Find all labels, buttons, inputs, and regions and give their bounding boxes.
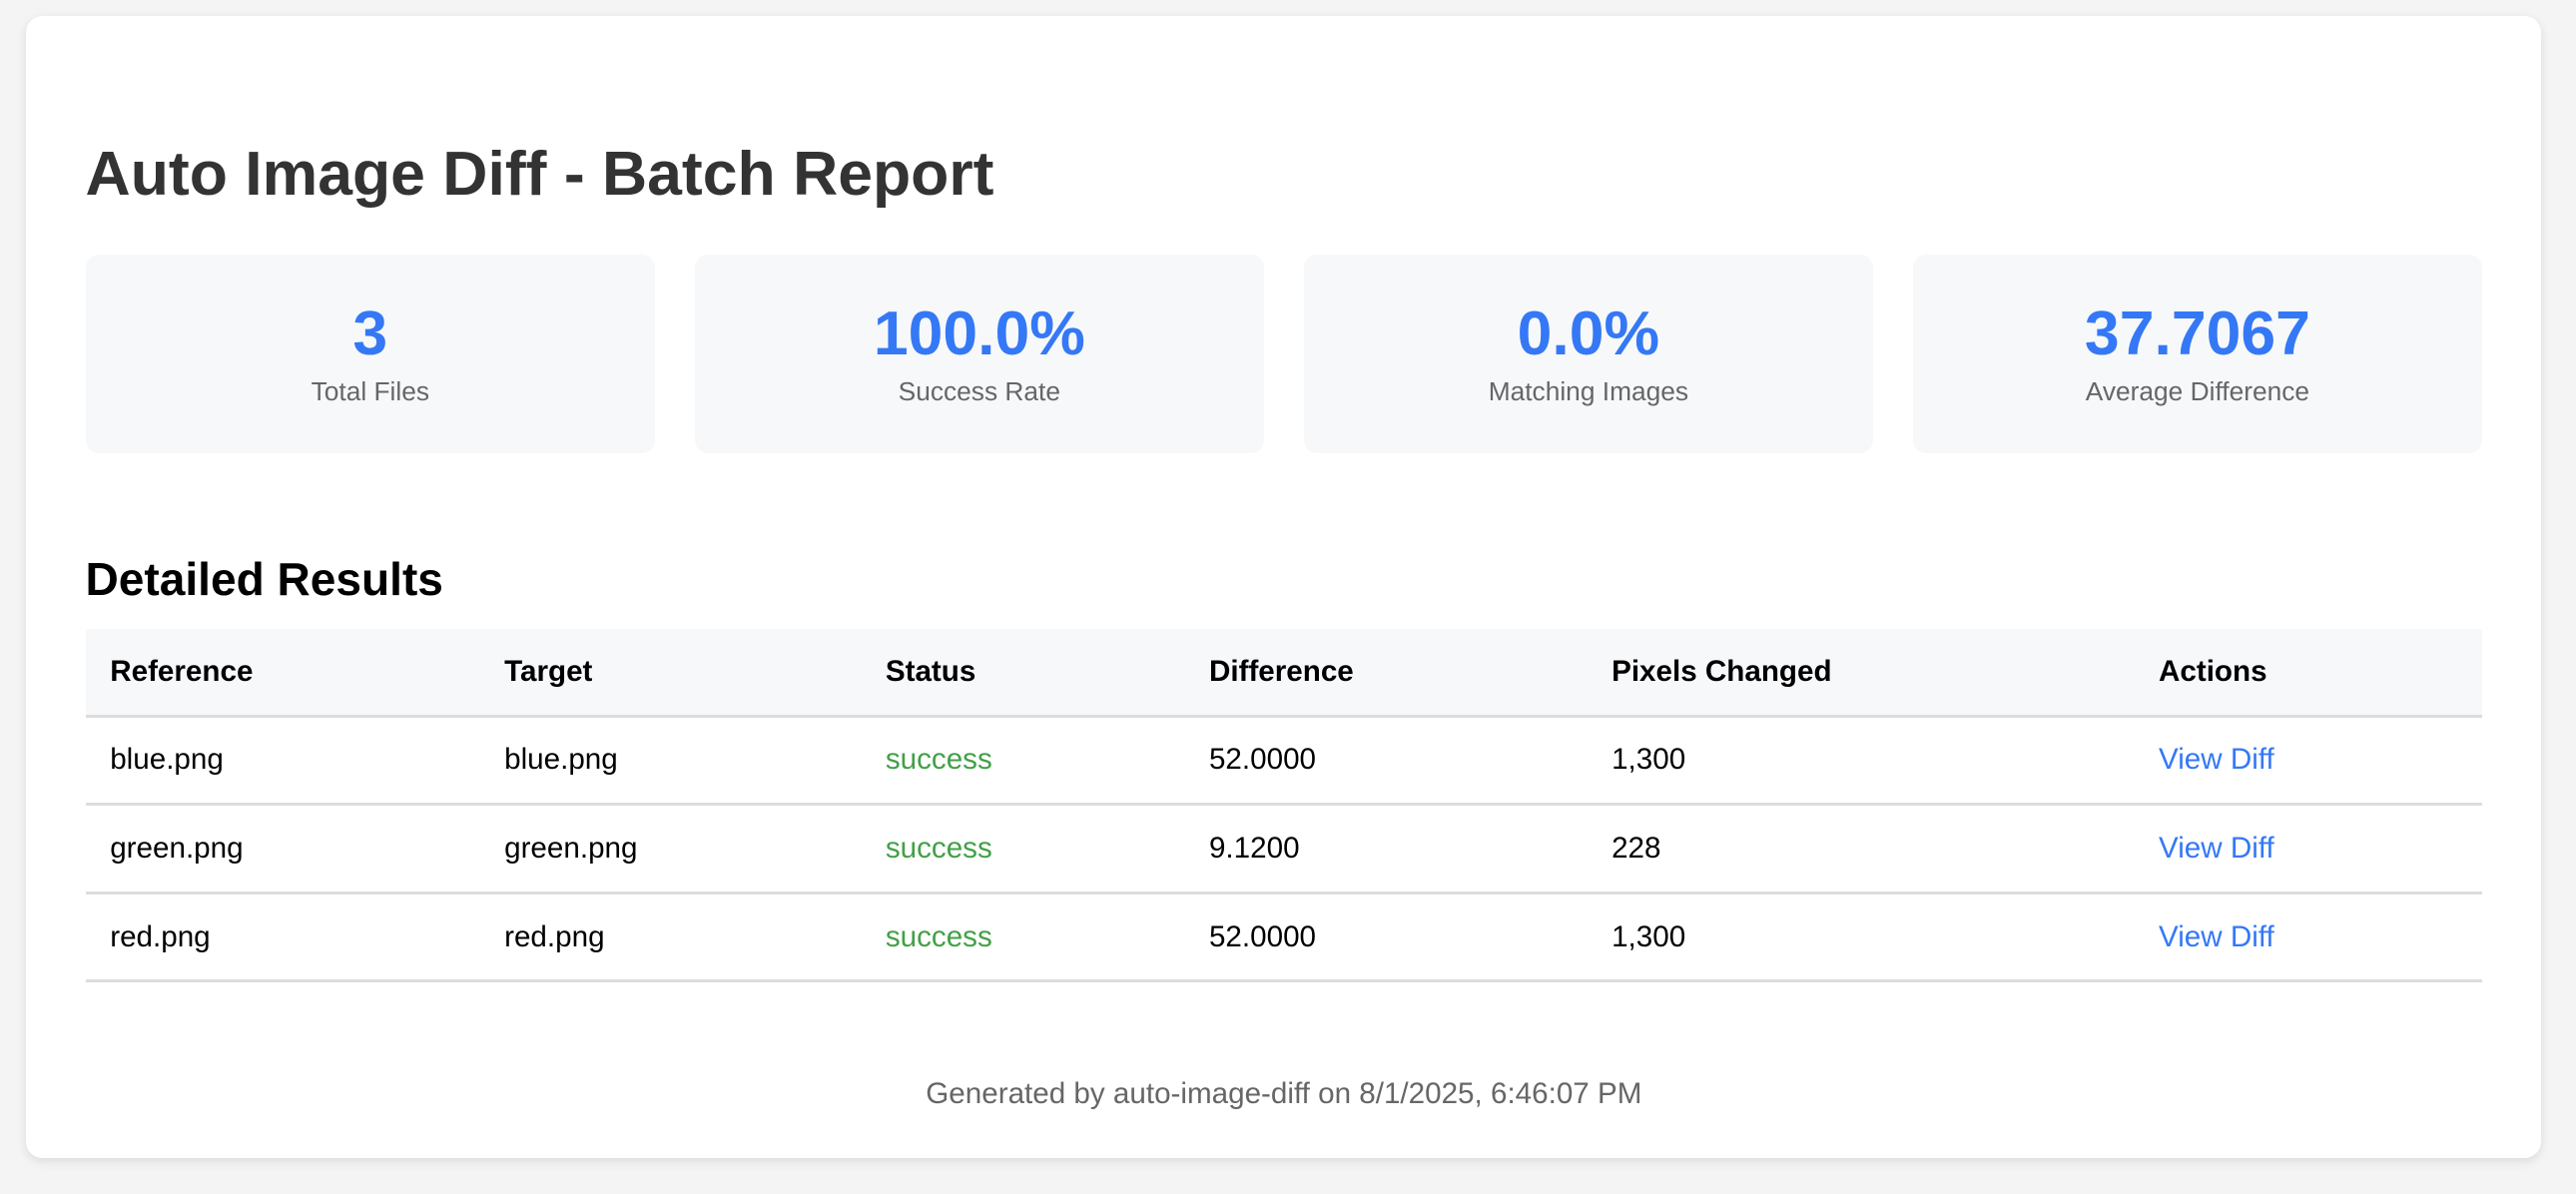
footer-text: Generated by auto-image-diff on 8/1/2025… [926, 1077, 1642, 1111]
cell-reference: green.png [85, 804, 480, 895]
cell-reference: blue.png [85, 716, 480, 807]
cell-status: success [861, 716, 1185, 807]
stat-average-difference: 37.7067 Average Difference [1912, 255, 2483, 454]
stat-success-rate: 100.0% Success Rate [694, 255, 1265, 454]
cell-actions: View Diff [2134, 716, 2483, 807]
header-target: Target [479, 629, 862, 718]
view-diff-link[interactable]: View Diff [2159, 920, 2274, 953]
header-reference: Reference [85, 629, 480, 718]
cell-difference: 52.0000 [1184, 893, 1588, 983]
cell-reference: red.png [85, 893, 480, 983]
cell-difference: 52.0000 [1184, 716, 1588, 807]
stat-label: Success Rate [898, 375, 1061, 406]
table-row: green.png green.png success 9.1200 228 V… [85, 804, 2483, 895]
cell-target: green.png [479, 804, 862, 895]
stats-row: 3 Total Files 100.0% Success Rate 0.0% Matc… [85, 255, 2483, 454]
stat-value: 100.0% [873, 298, 1085, 368]
table-header-row: Reference Target Status Difference Pixel… [85, 629, 2483, 718]
report-card: Auto Image Diff - Batch Report 3 Total Fi… [26, 16, 2542, 1158]
cell-status: success [861, 893, 1185, 983]
section-title: Detailed Results [85, 552, 443, 605]
header-pixels-changed: Pixels Changed [1587, 629, 2135, 718]
stat-value: 3 [352, 298, 388, 368]
header-status: Status [861, 629, 1185, 718]
stat-label: Matching Images [1488, 375, 1689, 406]
cell-actions: View Diff [2134, 804, 2483, 895]
page-title: Auto Image Diff - Batch Report [85, 139, 994, 210]
stat-value: 37.7067 [2084, 298, 2310, 368]
cell-target: red.png [479, 893, 862, 983]
table-row: blue.png blue.png success 52.0000 1,300 … [85, 716, 2483, 807]
stat-matching-images: 0.0% Matching Images [1303, 255, 1874, 454]
view-diff-link[interactable]: View Diff [2159, 832, 2274, 865]
cell-pixels: 228 [1587, 804, 2135, 895]
table-row: red.png red.png success 52.0000 1,300 Vi… [85, 893, 2483, 983]
header-actions: Actions [2134, 629, 2483, 718]
stat-label: Total Files [311, 375, 430, 406]
stat-value: 0.0% [1517, 298, 1660, 368]
cell-difference: 9.1200 [1184, 804, 1588, 895]
cell-actions: View Diff [2134, 893, 2483, 983]
cell-pixels: 1,300 [1587, 716, 2135, 807]
view-diff-link[interactable]: View Diff [2159, 743, 2274, 776]
cell-target: blue.png [479, 716, 862, 807]
stat-total-files: 3 Total Files [85, 255, 656, 454]
cell-pixels: 1,300 [1587, 893, 2135, 983]
cell-status: success [861, 804, 1185, 895]
stat-label: Average Difference [2085, 375, 2310, 406]
results-table: Reference Target Status Difference Pixel… [85, 629, 2483, 983]
header-difference: Difference [1184, 629, 1588, 718]
